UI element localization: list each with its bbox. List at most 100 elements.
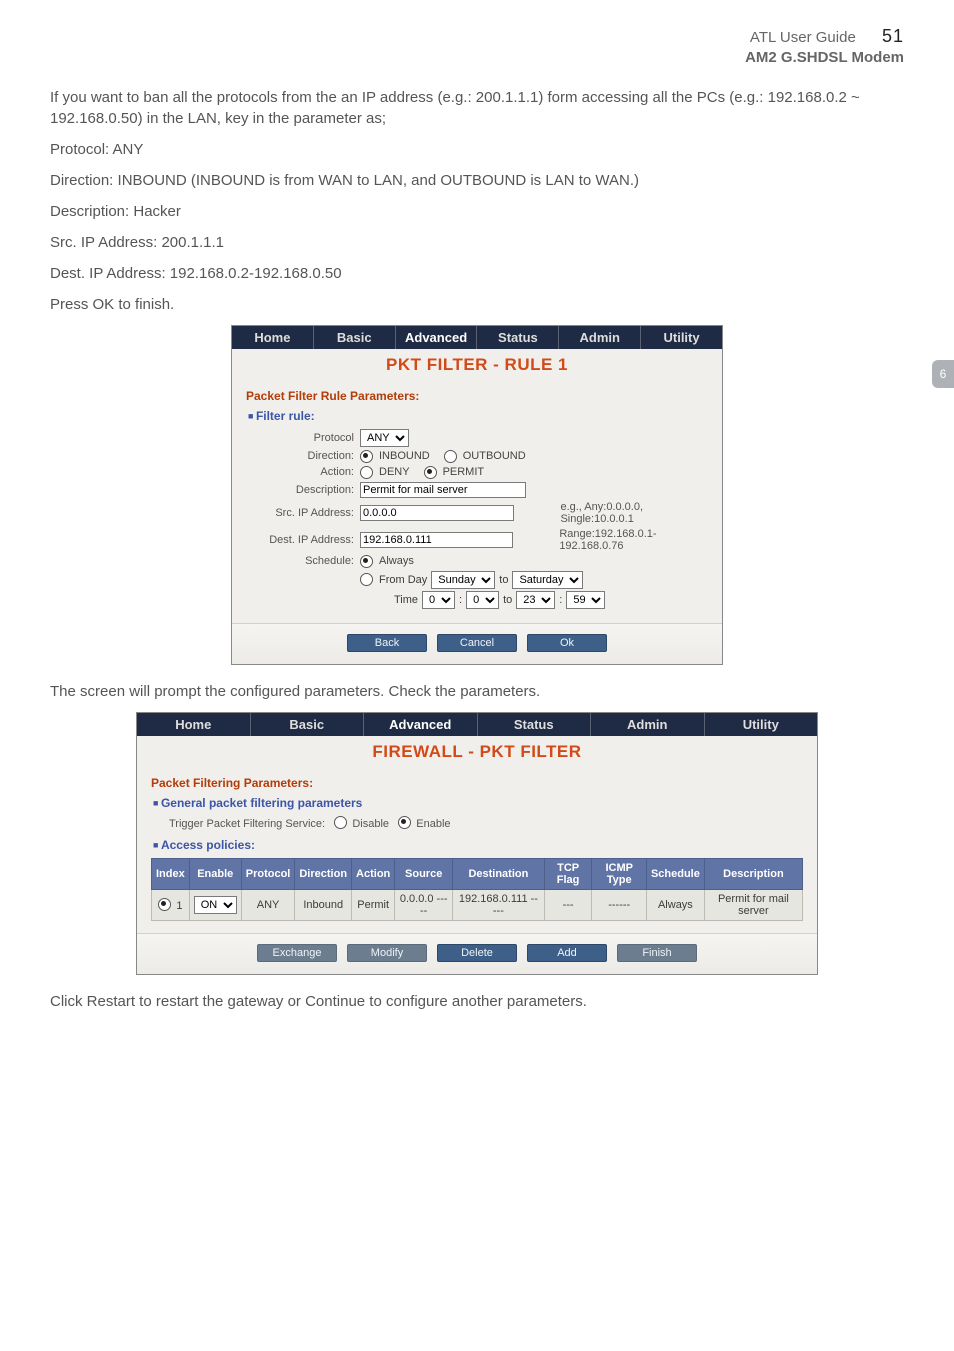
text-to: to [499,574,508,586]
nav-utility[interactable]: Utility [641,326,722,349]
rule-params-heading: Packet Filter Rule Parameters: [246,389,708,403]
filter-params-heading: Packet Filtering Parameters: [151,776,803,790]
access-policies-heading: Access policies: [153,838,803,852]
radio-disable[interactable] [334,816,347,829]
filter-title: FIREWALL - PKT FILTER [137,736,817,764]
restart-paragraph: Click Restart to restart the gateway or … [50,991,904,1012]
policies-table: Index Enable Protocol Direction Action S… [151,858,803,921]
nav-home[interactable]: Home [232,326,314,349]
cancel-button[interactable]: Cancel [437,634,517,652]
text-time-to: to [503,594,512,606]
label-dest-ip: Dest. IP Address: [246,534,360,546]
filter-rule-heading: Filter rule: [248,409,708,423]
nav-home-2[interactable]: Home [137,713,251,736]
label-description: Description: [246,484,360,496]
radio-always[interactable] [360,555,373,568]
finish-button[interactable]: Finish [617,944,697,962]
text-inbound: INBOUND [379,450,430,462]
th-description: Description [704,858,802,889]
nav-advanced[interactable]: Advanced [396,326,478,349]
after-rule-paragraph: The screen will prompt the configured pa… [50,681,904,702]
row-protocol: ANY [241,889,295,920]
text-deny: DENY [379,466,410,478]
th-enable: Enable [189,858,241,889]
row-direction: Inbound [295,889,352,920]
description-input[interactable] [360,482,526,498]
text-from-day: From Day [379,574,427,586]
label-schedule: Schedule: [246,555,360,567]
th-source: Source [395,858,453,889]
label-protocol: Protocol [246,432,360,444]
protocol-paragraph: Protocol: ANY [50,139,904,160]
row-action: Permit [352,889,395,920]
nav-basic[interactable]: Basic [314,326,396,349]
dest-ip-hint: Range:192.168.0.1-192.168.0.76 [559,528,708,552]
product-name: AM2 G.SHDSL Modem [50,48,904,68]
text-outbound: OUTBOUND [463,450,526,462]
radio-outbound[interactable] [444,450,457,463]
label-action: Action: [246,466,360,478]
time-h1-select[interactable]: 0 [422,591,455,609]
general-params-heading: General packet filtering parameters [153,796,803,810]
src-ip-hint: e.g., Any:0.0.0.0, Single:10.0.0.1 [560,501,708,525]
src-ip-paragraph: Src. IP Address: 200.1.1.1 [50,232,904,253]
text-disable: Disable [352,818,389,830]
trigger-label: Trigger Packet Filtering Service: [169,818,325,830]
radio-inbound[interactable] [360,450,373,463]
chapter-tab: 6 [932,360,954,388]
th-index: Index [152,858,190,889]
dest-ip-input[interactable] [360,532,513,548]
row-tcp-flag: --- [544,889,592,920]
nav-utility-2[interactable]: Utility [705,713,818,736]
time-m2-select[interactable]: 59 [566,591,605,609]
rule-title: PKT FILTER - RULE 1 [232,349,722,377]
text-enable: Enable [416,818,450,830]
text-time: Time [394,594,418,606]
src-ip-input[interactable] [360,505,514,521]
radio-permit[interactable] [424,466,437,479]
text-always: Always [379,555,414,567]
label-src-ip: Src. IP Address: [246,507,360,519]
row-icmp-type: ------ [592,889,646,920]
nav-advanced-2[interactable]: Advanced [364,713,478,736]
text-permit: PERMIT [443,466,485,478]
th-icmp-type: ICMP Type [592,858,646,889]
row-schedule: Always [646,889,704,920]
radio-from-day[interactable] [360,573,373,586]
page-number: 51 [882,26,904,46]
delete-button[interactable]: Delete [437,944,517,962]
to-day-select[interactable]: Saturday [512,571,583,589]
nav-status[interactable]: Status [477,326,559,349]
dest-ip-paragraph: Dest. IP Address: 192.168.0.2-192.168.0.… [50,263,904,284]
add-button[interactable]: Add [527,944,607,962]
rule-navbar: Home Basic Advanced Status Admin Utility [232,326,722,349]
nav-basic-2[interactable]: Basic [251,713,365,736]
ok-button[interactable]: Ok [527,634,607,652]
time-h2-select[interactable]: 23 [516,591,555,609]
intro-paragraph: If you want to ban all the protocols fro… [50,87,904,129]
row-index: 1 [176,900,182,912]
row-enable-select[interactable]: ON [194,896,237,914]
table-row: 1 ON ANY Inbound Permit 0.0.0.0 ----- 19… [152,889,803,920]
rule-panel: Home Basic Advanced Status Admin Utility… [231,325,723,665]
row-radio[interactable] [158,898,171,911]
exchange-button[interactable]: Exchange [257,944,337,962]
modify-button[interactable]: Modify [347,944,427,962]
back-button[interactable]: Back [347,634,427,652]
description-paragraph: Description: Hacker [50,201,904,222]
radio-deny[interactable] [360,466,373,479]
press-ok-paragraph: Press OK to finish. [50,294,904,315]
nav-admin-2[interactable]: Admin [591,713,705,736]
th-protocol: Protocol [241,858,295,889]
filter-panel: Home Basic Advanced Status Admin Utility… [136,712,818,975]
radio-enable[interactable] [398,816,411,829]
row-description: Permit for mail server [704,889,802,920]
th-action: Action [352,858,395,889]
protocol-select[interactable]: ANY [360,429,409,447]
nav-status-2[interactable]: Status [478,713,592,736]
nav-admin[interactable]: Admin [559,326,641,349]
th-destination: Destination [453,858,545,889]
row-source: 0.0.0.0 ----- [395,889,453,920]
time-m1-select[interactable]: 0 [466,591,499,609]
from-day-select[interactable]: Sunday [431,571,495,589]
